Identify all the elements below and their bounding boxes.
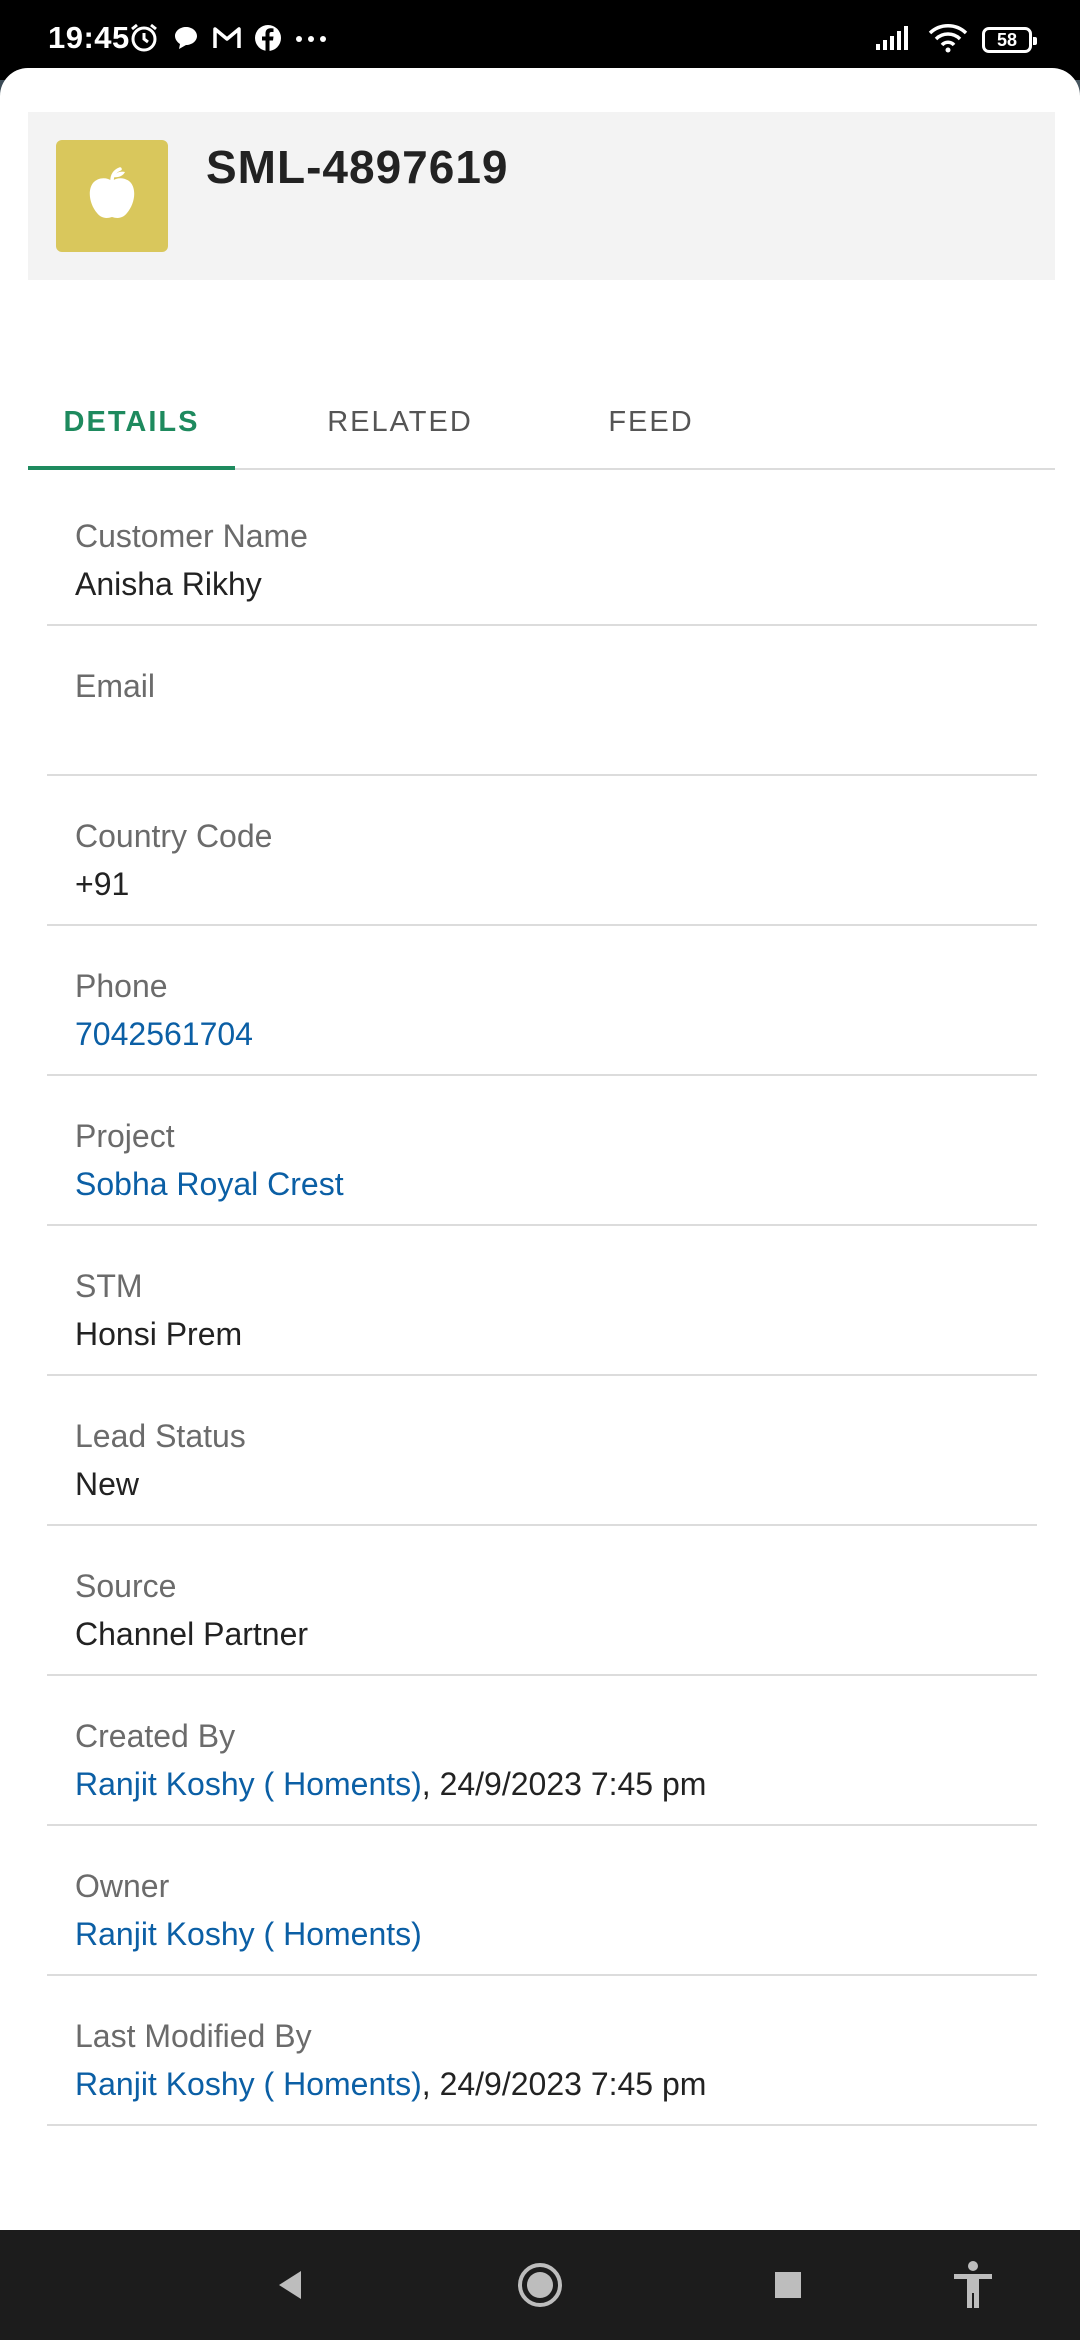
field-created-by: Created By Ranjit Koshy ( Homents), 24/9… [47,1676,1037,1826]
field-lead-status: Lead Status New [47,1376,1037,1526]
field-label: Country Code [75,818,273,854]
more-dots-icon [294,31,328,49]
field-country-code: Country Code +91 [47,776,1037,926]
field-label: Email [75,668,156,704]
alarm-icon [128,22,160,59]
field-label: Owner [75,1868,170,1904]
project-link[interactable]: Sobha Royal Crest [75,1166,344,1203]
recents-icon[interactable] [763,2260,813,2310]
field-email: Email [47,626,1037,776]
field-value: Channel Partner [75,1616,309,1652]
field-value: Ranjit Koshy ( Homents), 24/9/2023 7:45 … [75,1766,706,1803]
field-label: Customer Name [75,518,308,554]
tab-related[interactable]: RELATED [303,376,497,468]
wifi-icon [928,23,968,58]
battery-level: 58 [996,29,1018,50]
facebook-icon [254,24,282,57]
created-date: , 24/9/2023 7:45 pm [421,1766,707,1802]
field-label: Source [75,1568,177,1604]
field-label: Lead Status [75,1418,246,1454]
gmail-icon [212,25,242,56]
accessibility-icon[interactable] [948,2260,998,2310]
field-value: Ranjit Koshy ( Homents), 24/9/2023 7:45 … [75,2066,706,2103]
phone-link[interactable]: 7042561704 [75,1016,253,1053]
field-value: Anisha Rikhy [75,566,262,602]
modified-date: , 24/9/2023 7:45 pm [421,2066,707,2102]
field-source: Source Channel Partner [47,1526,1037,1676]
field-stm: STM Honsi Prem [47,1226,1037,1376]
field-last-modified-by: Last Modified By Ranjit Koshy ( Homents)… [47,1976,1037,2126]
record-header: SML-4897619 [28,112,1055,280]
details-list: Customer Name Anisha Rikhy Email Country… [47,476,1037,2126]
field-label: Created By [75,1718,236,1754]
record-tabs: DETAILS RELATED FEED [28,376,1055,470]
created-by-user-link[interactable]: Ranjit Koshy ( Homents) [75,1766,422,1802]
chat-icon [172,24,200,57]
signal-icon [874,24,914,57]
owner-user-link[interactable]: Ranjit Koshy ( Homents) [75,1916,422,1953]
system-icons: 58 [874,22,1037,58]
field-label: Project [75,1118,175,1154]
field-project: Project Sobha Royal Crest [47,1076,1037,1226]
back-icon[interactable] [265,2260,315,2310]
record-avatar [56,140,168,252]
field-label: STM [75,1268,143,1304]
modified-by-user-link[interactable]: Ranjit Koshy ( Homents) [75,2066,422,2102]
status-time: 19:45 [48,20,130,55]
record-title: SML-4897619 [206,141,509,193]
home-icon[interactable] [515,2260,565,2310]
tab-details[interactable]: DETAILS [28,376,235,470]
system-nav-bar [0,2230,1080,2340]
notification-icons [128,22,328,58]
apple-icon [85,165,139,228]
field-owner: Owner Ranjit Koshy ( Homents) [47,1826,1037,1976]
tab-feed[interactable]: FEED [568,376,734,468]
field-value: Honsi Prem [75,1316,243,1352]
field-label: Phone [75,968,168,1004]
field-value: +91 [75,866,130,902]
battery-icon: 58 [982,27,1037,53]
field-label: Last Modified By [75,2018,312,2054]
field-phone: Phone 7042561704 [47,926,1037,1076]
field-value: New [75,1466,140,1502]
field-customer-name: Customer Name Anisha Rikhy [47,476,1037,626]
